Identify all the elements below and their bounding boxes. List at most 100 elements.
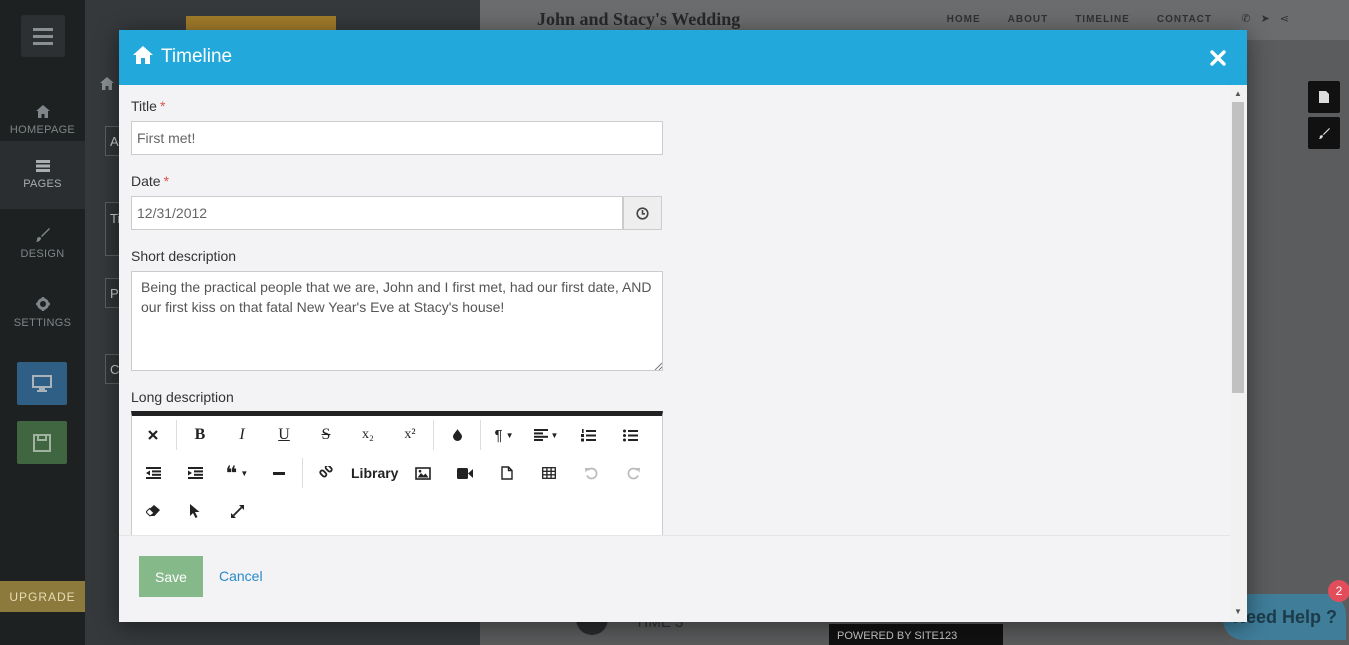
save-button[interactable]: Save (139, 556, 203, 597)
floppy-icon (33, 433, 51, 452)
sidebar-item-pages[interactable]: PAGES (0, 141, 85, 209)
modal-header: Timeline (119, 30, 1247, 85)
italic-button[interactable]: I (221, 416, 263, 454)
site-nav-icons: ✆ ➤ ⋖ (1241, 12, 1289, 25)
date-picker-button[interactable] (623, 196, 662, 230)
site-nav-contact[interactable]: CONTACT (1157, 14, 1212, 25)
design-tool-button[interactable] (1308, 117, 1340, 149)
close-icon[interactable] (1210, 50, 1226, 66)
site-title: John and Stacy's Wedding (537, 9, 741, 29)
site-nav-timeline[interactable]: TIMELINE (1075, 14, 1130, 25)
short-description-textarea[interactable]: Being the practical people that we are, … (131, 271, 663, 371)
insert-table-button[interactable] (528, 454, 570, 492)
resize-grip-icon[interactable] (654, 362, 662, 370)
text-color-button[interactable] (436, 416, 478, 454)
insert-link-button[interactable] (305, 454, 347, 492)
insert-image-button[interactable] (402, 454, 444, 492)
indent-button[interactable] (174, 454, 216, 492)
paragraph-format-button[interactable]: ¶ ▼ (483, 416, 525, 454)
title-input[interactable] (131, 121, 663, 155)
redo-icon (627, 467, 640, 479)
color-drop-icon (452, 429, 462, 441)
brush-icon (1318, 127, 1330, 139)
eraser-icon (146, 505, 160, 517)
redo-button[interactable] (612, 454, 654, 492)
select-all-button[interactable] (174, 492, 216, 530)
share-icon[interactable]: ⋖ (1280, 12, 1289, 25)
strikethrough-button[interactable]: S (305, 416, 347, 454)
horizontal-line-button[interactable] (258, 454, 300, 492)
editor-toolbar-row: ❝ ▼ Library (132, 454, 664, 492)
chevron-down-icon: ▼ (550, 430, 559, 440)
quote-button[interactable]: ❝ ▼ (216, 454, 258, 492)
toolbar-divider (176, 420, 177, 450)
home-icon (133, 46, 153, 64)
toolbar-divider (433, 420, 434, 450)
save-site-button[interactable] (17, 421, 67, 464)
upgrade-button[interactable]: UPGRADE (0, 581, 85, 612)
modal-footer: Save Cancel (119, 535, 1230, 622)
help-notification-badge: 2 (1328, 580, 1349, 602)
brush-icon (35, 228, 50, 242)
modal-body: Title* Date* Short description Being the… (119, 85, 1230, 535)
eraser-button[interactable] (132, 492, 174, 530)
location-icon[interactable]: ➤ (1261, 12, 1270, 25)
outdent-icon (145, 467, 161, 479)
bold-icon: B (194, 426, 206, 443)
date-input[interactable] (131, 196, 623, 230)
strikethrough-icon: S (321, 426, 331, 443)
app-sidebar: HOMEPAGE PAGES DESIGN SETTINGS UPGRADE (0, 0, 85, 645)
editor-toolbar-row (132, 492, 664, 530)
horizontal-line-icon (273, 471, 285, 475)
timeline-modal: Timeline Title* Date* Short description … (119, 30, 1247, 622)
clear-formatting-button[interactable] (132, 416, 174, 454)
quote-icon: ❝ (225, 462, 238, 485)
required-mark: * (163, 173, 170, 189)
cancel-link[interactable]: Cancel (219, 568, 263, 584)
align-button[interactable]: ▼ (525, 416, 567, 454)
page-tool-button[interactable] (1308, 81, 1340, 113)
insert-video-button[interactable] (444, 454, 486, 492)
outdent-button[interactable] (132, 454, 174, 492)
underline-button[interactable]: U (263, 416, 305, 454)
title-label: Title * (131, 98, 166, 114)
superscript-button[interactable]: x² (389, 416, 431, 454)
library-button[interactable]: Library (347, 454, 402, 492)
image-icon (415, 466, 432, 480)
subscript-button[interactable]: x₂ (347, 416, 389, 454)
editor-toolbar-row: B I U S x₂ x² ¶ ▼ ▼ (132, 416, 664, 454)
indent-icon (187, 467, 203, 479)
close-icon (148, 430, 158, 440)
site-nav-home[interactable]: HOME (947, 14, 981, 25)
scroll-up-icon[interactable]: ▲ (1234, 89, 1242, 98)
unordered-list-button[interactable] (609, 416, 651, 454)
panel-top-bar (186, 16, 336, 30)
file-icon (501, 466, 514, 480)
home-icon (35, 104, 50, 118)
ordered-list-button[interactable] (567, 416, 609, 454)
bold-button[interactable]: B (179, 416, 221, 454)
scroll-down-icon[interactable]: ▼ (1234, 607, 1242, 616)
desktop-preview-button[interactable] (17, 362, 67, 405)
required-mark: * (159, 98, 166, 114)
chevron-down-icon: ▼ (240, 468, 249, 478)
scroll-thumb[interactable] (1232, 102, 1244, 393)
powered-by-badge[interactable]: POWERED BY SITE123 (829, 624, 1003, 645)
site-nav-about[interactable]: ABOUT (1008, 14, 1049, 25)
table-icon (542, 467, 557, 479)
sidebar-item-settings[interactable]: SETTINGS (0, 279, 85, 347)
undo-button[interactable] (570, 454, 612, 492)
menu-icon[interactable] (21, 15, 65, 57)
align-left-icon (533, 429, 548, 441)
date-label: Date * (131, 173, 170, 189)
phone-icon[interactable]: ✆ (1241, 12, 1250, 25)
home-icon (100, 77, 114, 90)
rich-text-editor: B I U S x₂ x² ¶ ▼ ▼ ❝ ▼ Library (131, 411, 663, 535)
italic-icon: I (239, 426, 245, 443)
insert-file-button[interactable] (486, 454, 528, 492)
fullscreen-button[interactable] (216, 492, 258, 530)
sidebar-item-design[interactable]: DESIGN (0, 210, 85, 278)
subscript-icon: x₂ (362, 427, 374, 442)
modal-scrollbar[interactable]: ▲ ▼ (1230, 85, 1247, 622)
toolbar-divider (480, 420, 481, 450)
